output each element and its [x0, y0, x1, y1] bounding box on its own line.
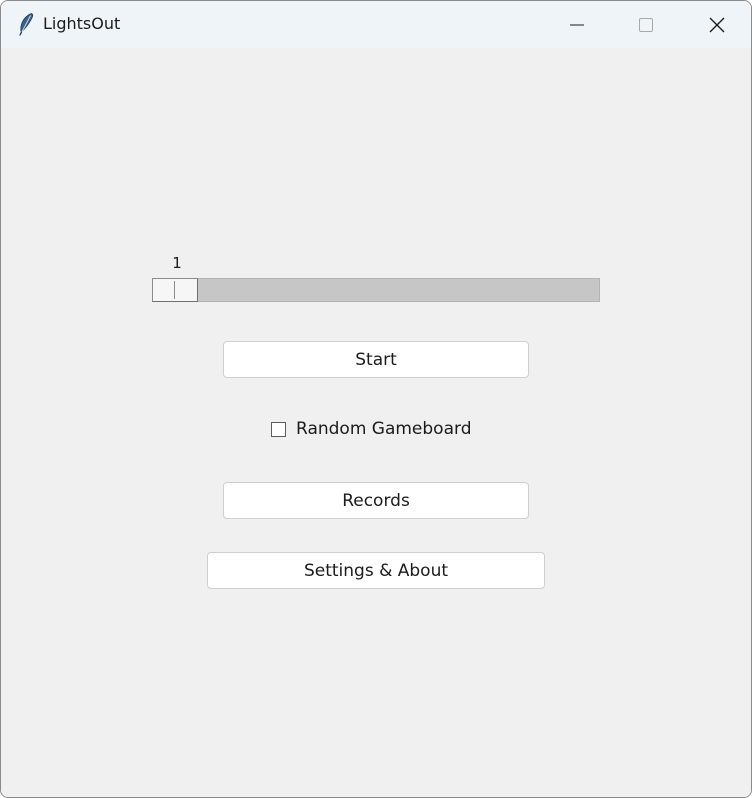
- close-icon: [708, 16, 726, 34]
- records-button[interactable]: Records: [223, 482, 529, 519]
- level-scale-thumb[interactable]: [152, 278, 198, 302]
- random-gameboard-label[interactable]: Random Gameboard: [296, 418, 472, 440]
- minimize-button[interactable]: [543, 1, 611, 48]
- title-bar[interactable]: LightsOut: [1, 1, 751, 48]
- app-window: LightsOut 1 Start Random Gameboard Recor…: [0, 0, 752, 798]
- close-button[interactable]: [683, 1, 751, 48]
- start-button[interactable]: Start: [223, 341, 529, 378]
- minimize-icon: [569, 17, 585, 33]
- window-title: LightsOut: [43, 14, 121, 33]
- level-scale-trough[interactable]: [152, 278, 600, 302]
- feather-icon: [17, 12, 35, 36]
- settings-about-button[interactable]: Settings & About: [207, 552, 545, 589]
- checkbox-box[interactable]: [271, 421, 286, 437]
- random-gameboard-checkbox[interactable]: Random Gameboard: [271, 418, 472, 440]
- main-content: 1 Start Random Gameboard Records Setting…: [1, 48, 751, 797]
- thumb-groove: [174, 281, 175, 299]
- scale-value-label: 1: [172, 254, 182, 272]
- maximize-button[interactable]: [612, 1, 680, 48]
- maximize-icon: [638, 17, 654, 33]
